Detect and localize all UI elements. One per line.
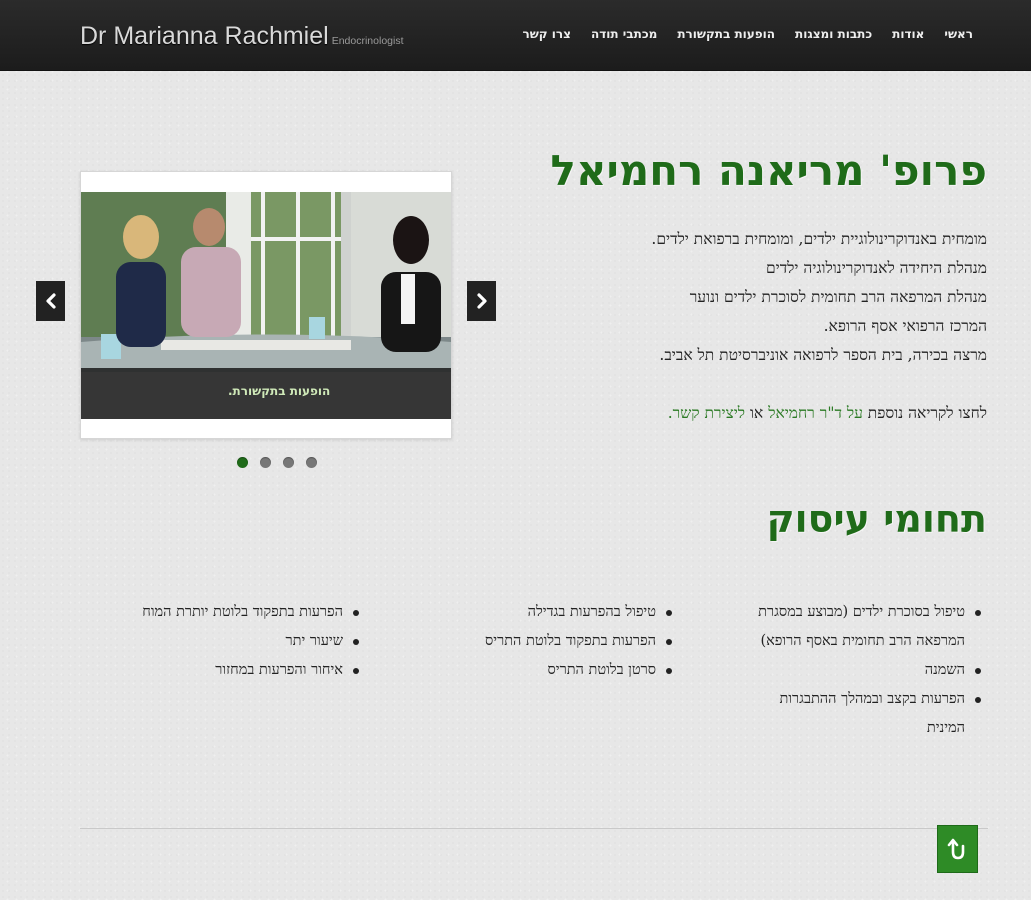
page-title: פרופ' מריאנה רחמיאל	[550, 146, 987, 195]
nav-item-media[interactable]: הופעות בתקשורת	[677, 27, 775, 41]
footer-divider	[80, 828, 988, 829]
list-item: הפרעות בתפקוד בלוטת התריס	[441, 627, 676, 656]
bio-cta: לחצו לקריאה נוספת על ד"ר רחמיאל או ליציר…	[547, 399, 987, 428]
list-item: שיעור יתר	[113, 627, 363, 656]
slide-caption: הופעות בתקשורת.	[81, 368, 451, 419]
scroll-to-top-button[interactable]	[937, 825, 978, 873]
brand-subtitle: Endocrinologist	[331, 35, 404, 47]
slider-dot[interactable]	[306, 457, 317, 468]
nav-item-thanks[interactable]: מכתבי תודה	[591, 27, 657, 41]
slider-dots	[237, 457, 317, 468]
nav-item-home[interactable]: ראשי	[944, 27, 973, 41]
slider-dot[interactable]	[260, 457, 271, 468]
bio-line: מרצה בכירה, בית הספר לרפואה אוניברסיטת ת…	[659, 346, 987, 364]
brand-name[interactable]: Dr Marianna Rachmiel	[80, 22, 329, 50]
list-item: הפרעות בתפקוד בלוטת יותרת המוח	[113, 598, 363, 627]
site-brand[interactable]: Dr Marianna Rachmiel Endocrinologist	[80, 22, 404, 51]
cta-prefix: לחצו לקריאה נוספת	[867, 404, 987, 422]
list-item: טיפול בסוכרת ילדים (מבוצע במסגרת המרפאה …	[737, 598, 985, 656]
chevron-left-icon	[45, 293, 56, 309]
bio-line: מנהלת היחידה לאנדוקרינולוגיה ילדים	[765, 259, 987, 277]
about-link[interactable]: על ד"ר רחמיאל	[768, 404, 863, 422]
practice-column-3: הפרעות בתפקוד בלוטת יותרת המוח שיעור יתר…	[113, 598, 363, 685]
cta-middle: או	[749, 404, 764, 422]
slider-next-button[interactable]	[467, 281, 496, 321]
list-item: הפרעות בקצב ובמהלך ההתבגרות המינית	[737, 685, 985, 743]
nav-item-about[interactable]: אודות	[892, 27, 924, 41]
slide-caption-text[interactable]: הופעות בתקשורת.	[228, 384, 330, 398]
list-item: השמנה	[737, 656, 985, 685]
nav-item-articles[interactable]: כתבות ומצגות	[795, 27, 872, 41]
list-item: סרטן בלוטת התריס	[441, 656, 676, 685]
slider-dot[interactable]	[283, 457, 294, 468]
main-nav: ראשי אודות כתבות ומצגות הופעות בתקשורת מ…	[522, 27, 973, 41]
contact-link[interactable]: ליצירת קשר.	[668, 404, 745, 422]
bio-line: מומחית באנדוקרינולוגיית ילדים, ומומחית ב…	[651, 230, 987, 248]
section-title: תחומי עיסוק	[766, 497, 987, 541]
scroll-to-top-icon	[947, 838, 964, 860]
list-item: איחור והפרעות במחזור	[113, 656, 363, 685]
bio-text: מומחית באנדוקרינולוגיית ילדים, ומומחית ב…	[547, 225, 987, 428]
practice-column-1: טיפול בסוכרת ילדים (מבוצע במסגרת המרפאה …	[737, 598, 985, 743]
slider-prev-button[interactable]	[36, 281, 65, 321]
practice-column-2: טיפול בהפרעות בגדילה הפרעות בתפקוד בלוטת…	[441, 598, 676, 685]
bio-line: המרכז הרפואי אסף הרופא.	[823, 317, 987, 335]
nav-item-contact[interactable]: צרו קשר	[522, 27, 571, 41]
list-item: טיפול בהפרעות בגדילה	[441, 598, 676, 627]
chevron-right-icon	[476, 293, 487, 309]
top-navbar: Dr Marianna Rachmiel Endocrinologist ראשי…	[0, 0, 1031, 71]
media-slider[interactable]: הופעות בתקשורת.	[80, 171, 452, 439]
slider-dot[interactable]	[237, 457, 248, 468]
bio-line: מנהלת המרפאה הרב תחומית לסוכרת ילדים ונו…	[689, 288, 987, 306]
